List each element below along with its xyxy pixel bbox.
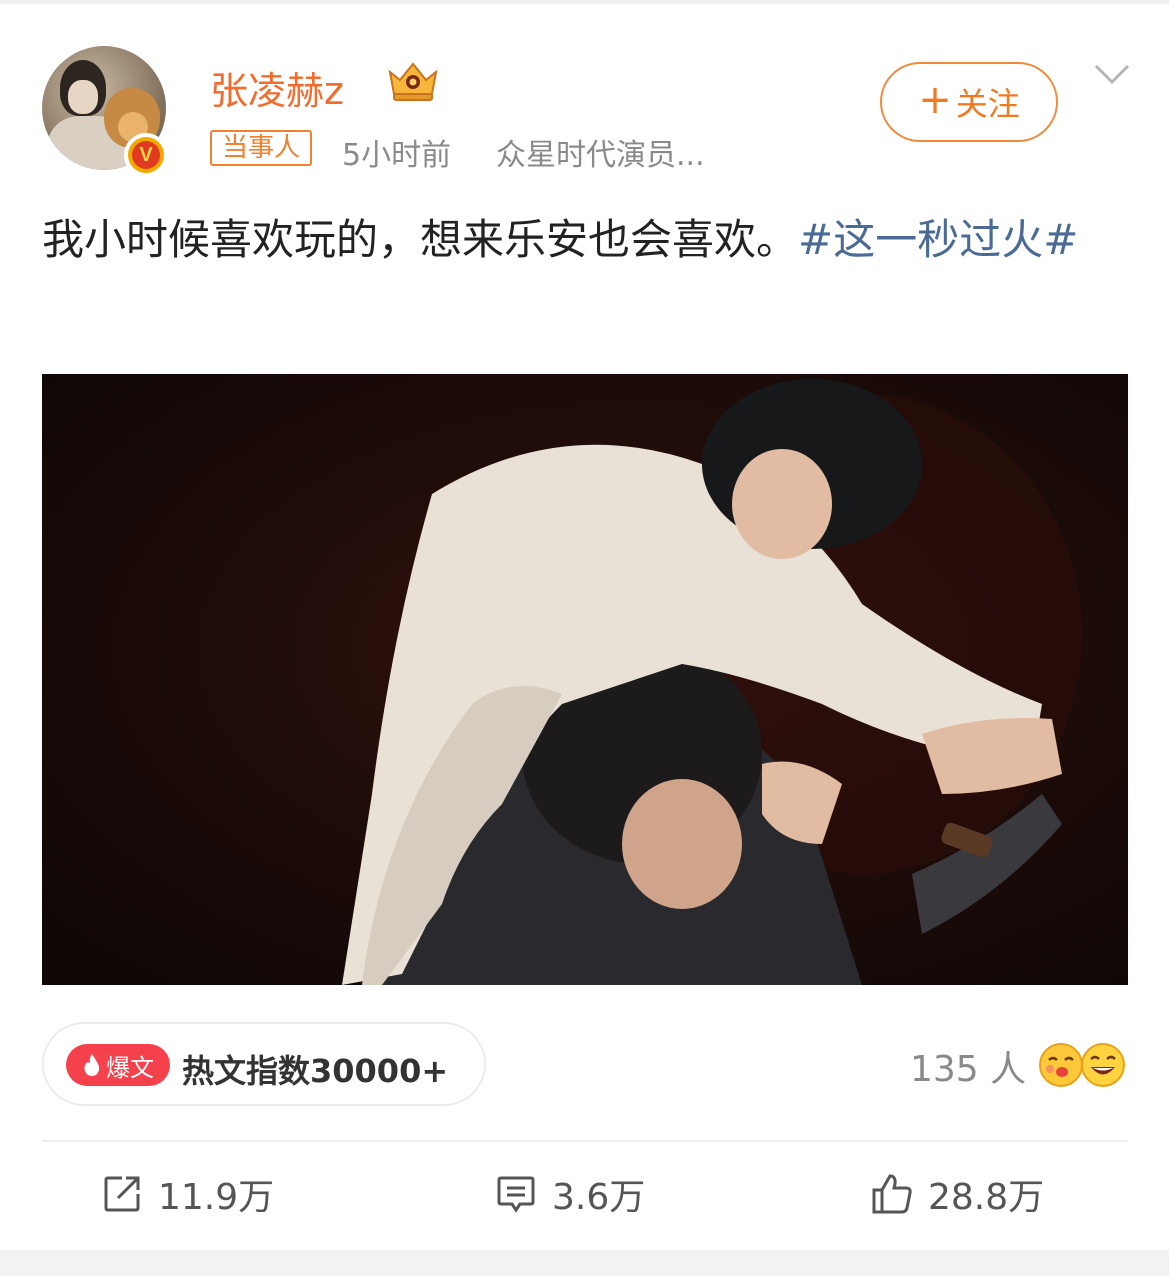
thumbs-up-icon (872, 1174, 912, 1214)
share-count: 11.9万 (158, 1177, 275, 1218)
share-button[interactable]: 11.9万 (100, 1168, 274, 1220)
post-time: 5小时前 (342, 138, 452, 173)
laugh-emoji-icon (1081, 1043, 1125, 1087)
verified-badge-icon: V (124, 133, 168, 177)
party-tag: 当事人 (210, 130, 313, 166)
avatar-face-shape (68, 80, 98, 114)
post-video[interactable] (42, 374, 1128, 985)
vip-crown-icon (388, 62, 438, 101)
hot-badge: 爆文 (66, 1044, 170, 1086)
comment-button[interactable]: 3.6万 (494, 1168, 645, 1220)
follow-button[interactable]: + 关注 (880, 62, 1058, 142)
reaction-count[interactable]: 135 人 (910, 1040, 1026, 1092)
video-frame (342, 379, 1082, 985)
post-source: 众星时代演员... (496, 138, 705, 173)
comment-count: 3.6万 (552, 1177, 646, 1218)
share-icon (104, 1176, 140, 1212)
like-button[interactable]: 28.8万 (870, 1168, 1044, 1220)
verified-mark: V (132, 141, 160, 169)
feed-separator (0, 1250, 1169, 1276)
post-text: 我小时候喜欢玩的，想来乐安也会喜欢。#这一秒过火# (42, 208, 1132, 272)
hot-badge-label: 爆文 (106, 1053, 154, 1082)
top-divider (0, 0, 1169, 4)
action-divider (42, 1140, 1128, 1142)
hot-index-label: 热文指数30000+ (182, 1052, 449, 1090)
follow-label: 关注 (955, 85, 1020, 123)
chevron-down-icon[interactable] (1092, 62, 1132, 86)
hot-article-pill[interactable]: 爆文 热文指数30000+ (42, 1022, 486, 1106)
hashtag-link[interactable]: #这一秒过火# (798, 215, 1078, 264)
kiss-emoji-icon (1039, 1043, 1083, 1087)
comment-icon (497, 1176, 535, 1213)
fire-icon (84, 1054, 100, 1076)
post-body: 我小时候喜欢玩的，想来乐安也会喜欢。 (42, 215, 799, 264)
plus-icon: + (918, 77, 952, 123)
author-name[interactable]: 张凌赫z (210, 60, 344, 115)
like-count: 28.8万 (928, 1177, 1045, 1218)
